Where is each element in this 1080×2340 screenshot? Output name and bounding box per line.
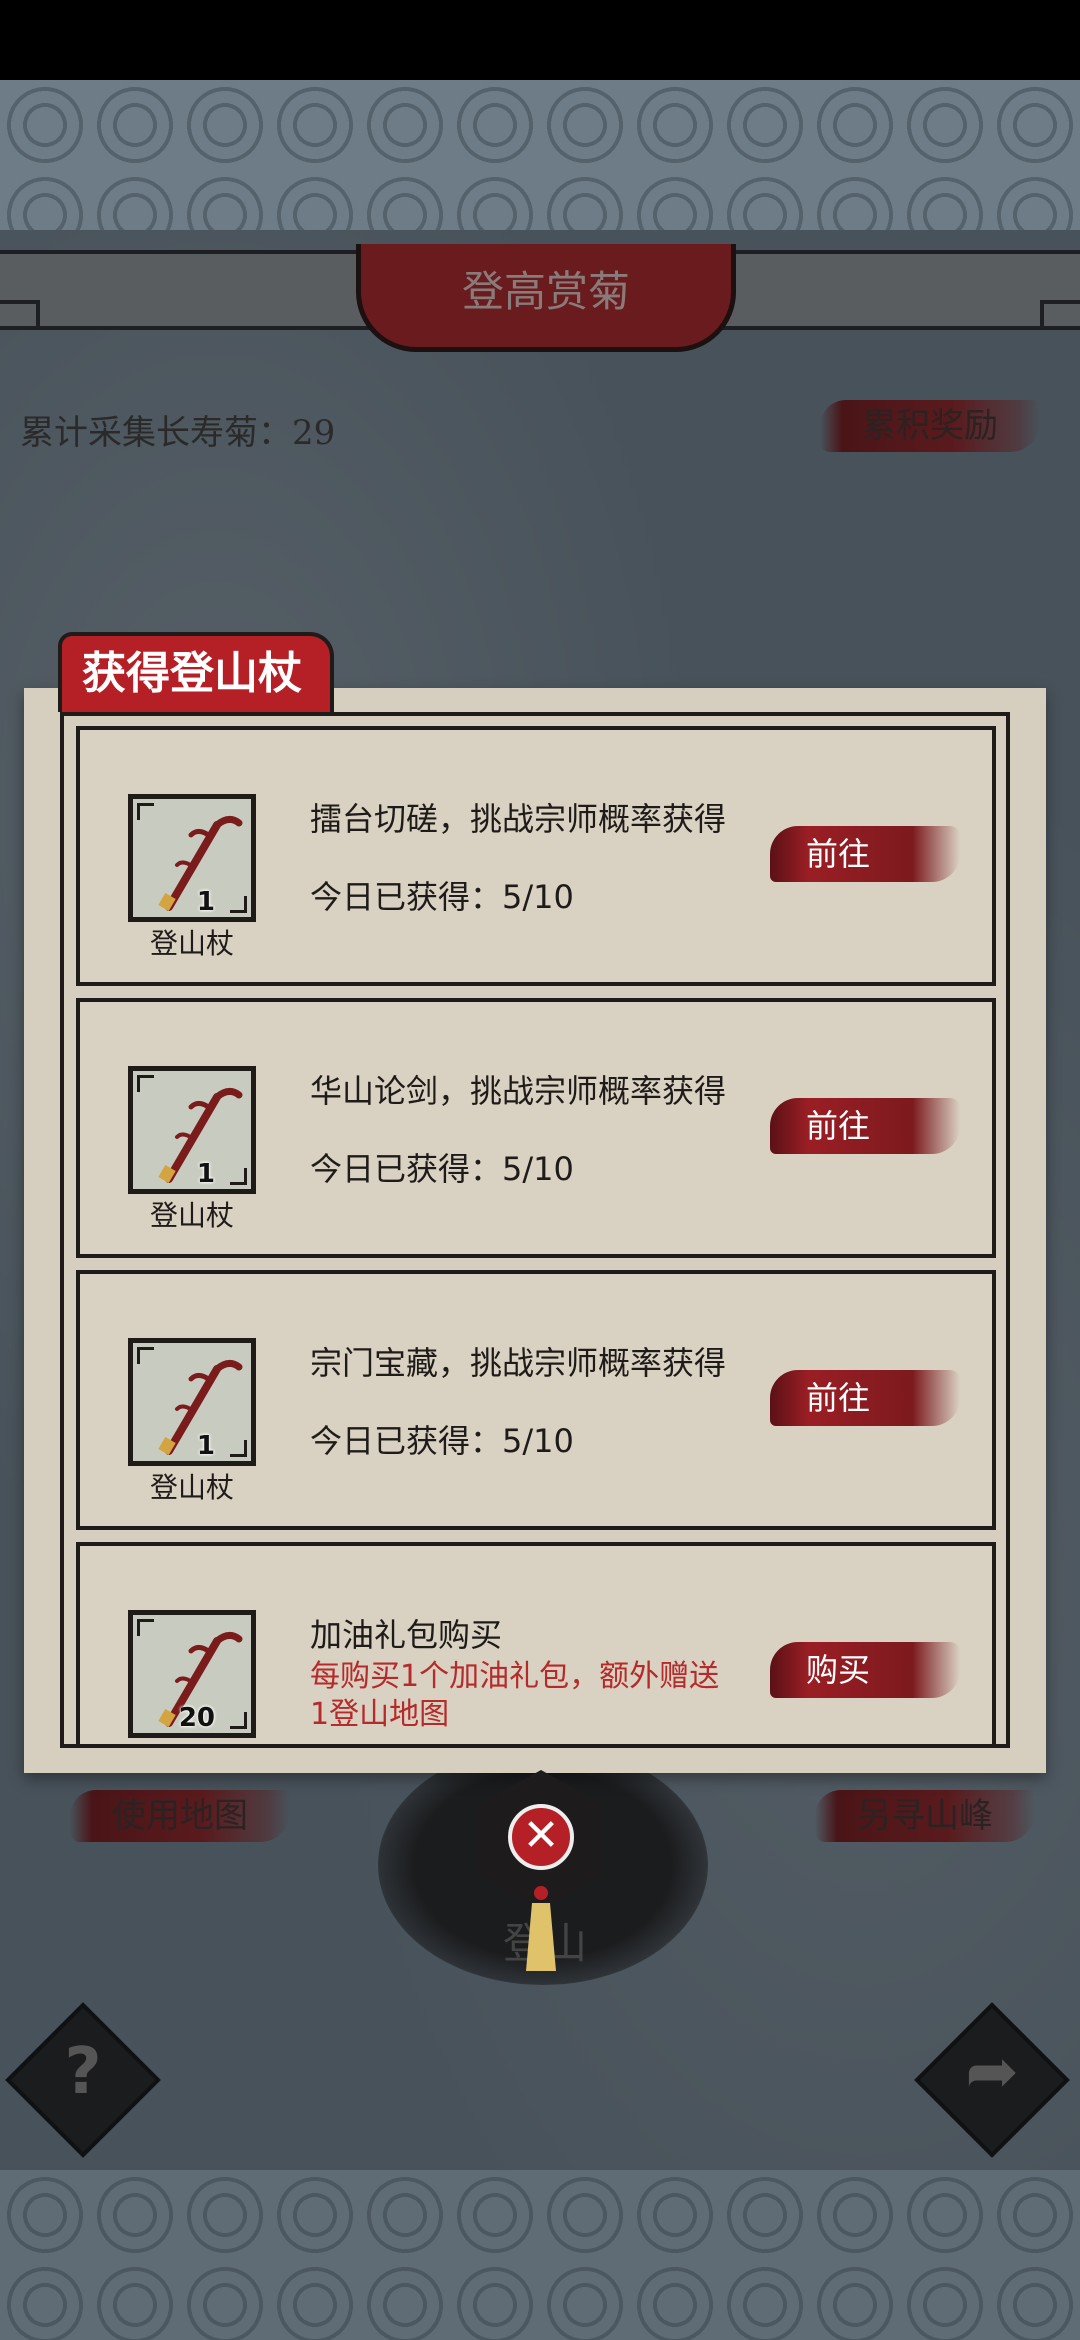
row-progress: 今日已获得：5/10 bbox=[310, 1422, 574, 1460]
item-name: 登山杖 bbox=[149, 927, 234, 960]
item-count: 1 bbox=[196, 1159, 215, 1189]
row-title: 擂台切磋，挑战宗师概率获得 bbox=[310, 800, 727, 838]
item-slot[interactable]: 20 bbox=[128, 1610, 256, 1738]
chrysanthemum-counter: 累计采集长寿菊：29 bbox=[20, 413, 336, 453]
question-mark-icon: ? bbox=[64, 2035, 102, 2109]
row-progress: 今日已获得：5/10 bbox=[310, 878, 574, 916]
top-cloud-border bbox=[0, 80, 1080, 230]
row-title: 宗门宝藏，挑战宗师概率获得 bbox=[310, 1344, 727, 1382]
item-slot[interactable]: 1 bbox=[128, 1338, 256, 1466]
use-map-button[interactable]: 使用地图 bbox=[70, 1790, 290, 1842]
item-name: 登山杖 bbox=[149, 1471, 234, 1504]
go-button[interactable]: 前往 bbox=[770, 826, 960, 882]
go-button[interactable]: 前往 bbox=[770, 1370, 960, 1426]
panel-title: 获得登山杖 bbox=[58, 632, 334, 712]
item-name: 登山杖 bbox=[149, 1199, 234, 1232]
row-title: 加油礼包购买 bbox=[310, 1616, 503, 1654]
row-title: 华山论剑，挑战宗师概率获得 bbox=[310, 1072, 727, 1110]
cumulative-rewards-button[interactable]: 累积奖励 bbox=[820, 400, 1040, 452]
bottom-cloud-border bbox=[0, 2170, 1080, 2340]
panel-list[interactable]: 1 登山杖 擂台切磋，挑战宗师概率获得 今日已获得：5/10 前往 1 登山杖 … bbox=[60, 712, 1010, 1748]
bonus-note: 每购买1个加油礼包，额外赠送1登山地图 bbox=[310, 1659, 720, 1732]
tassel-decoration bbox=[526, 1886, 556, 1971]
list-item: 20 登山杖 加油礼包购买 每购买1个加油礼包，额外赠送1登山地图 购买 bbox=[76, 1542, 996, 1744]
row-progress: 今日已获得：5/10 bbox=[310, 1150, 574, 1188]
item-name: 登山杖 bbox=[128, 1738, 256, 1744]
item-count: 20 bbox=[178, 1703, 215, 1733]
go-button[interactable]: 前往 bbox=[770, 1098, 960, 1154]
list-item: 1 登山杖 宗门宝藏，挑战宗师概率获得 今日已获得：5/10 前往 bbox=[76, 1270, 996, 1530]
title-corner-right bbox=[1040, 300, 1080, 330]
page-title: 登高赏菊 bbox=[356, 244, 736, 352]
list-item: 1 登山杖 华山论剑，挑战宗师概率获得 今日已获得：5/10 前往 bbox=[76, 998, 996, 1258]
status-bar bbox=[0, 0, 1080, 80]
list-item: 1 登山杖 擂台切磋，挑战宗师概率获得 今日已获得：5/10 前往 bbox=[76, 726, 996, 986]
share-arrow-icon: ➦ bbox=[965, 2035, 1019, 2109]
close-icon[interactable]: ✕ bbox=[508, 1804, 574, 1870]
find-other-peak-button[interactable]: 另寻山峰 bbox=[815, 1790, 1035, 1842]
title-corner-left bbox=[0, 300, 40, 330]
item-count: 1 bbox=[196, 1431, 215, 1461]
item-slot[interactable]: 1 bbox=[128, 1066, 256, 1194]
buy-button[interactable]: 购买 bbox=[770, 1642, 960, 1698]
item-count: 1 bbox=[196, 887, 215, 917]
item-slot[interactable]: 1 bbox=[128, 794, 256, 922]
